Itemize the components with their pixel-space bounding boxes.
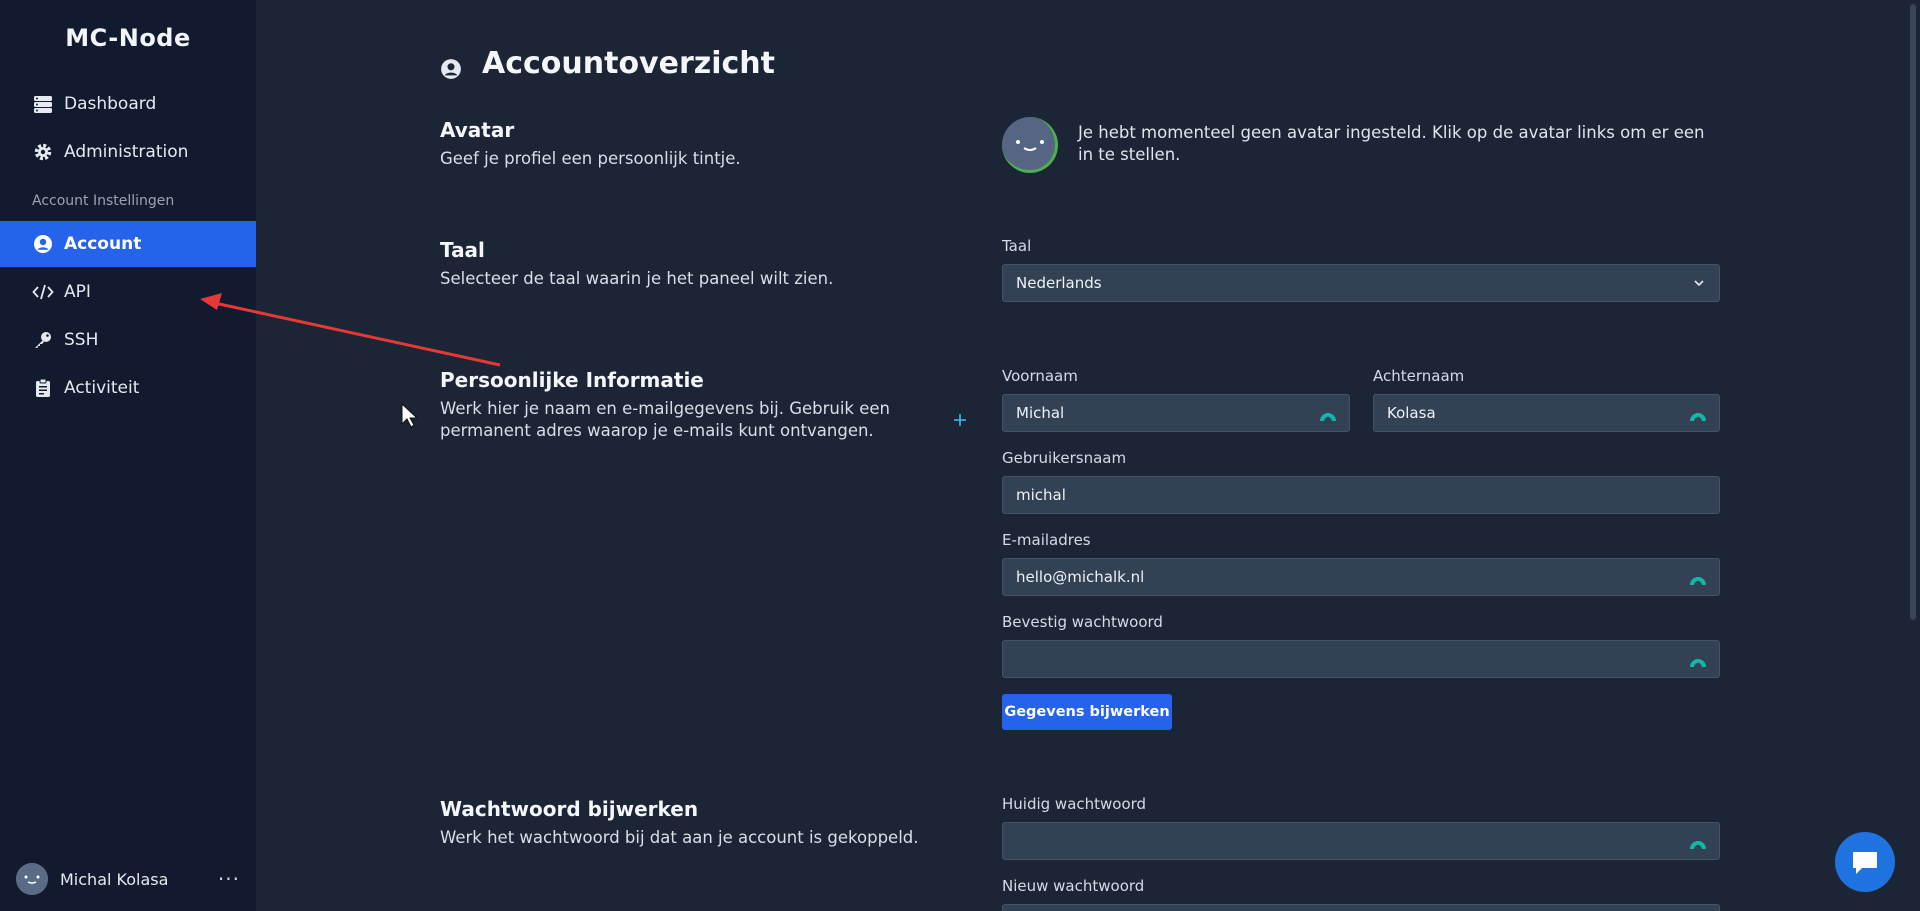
clipboard-icon <box>32 377 54 399</box>
chat-support-button[interactable] <box>1835 832 1895 892</box>
new-password-field[interactable] <box>1002 904 1720 911</box>
server-icon <box>32 93 54 115</box>
confirm-password-field[interactable] <box>1002 640 1720 678</box>
username-value: michal <box>1016 486 1066 504</box>
first-name-value: Michal <box>1016 404 1065 422</box>
sidebar-item-api[interactable]: API <box>0 269 256 315</box>
code-icon <box>32 281 54 303</box>
new-password-label: Nieuw wachtwoord <box>1002 877 1145 895</box>
confirm-password-label: Bevestig wachtwoord <box>1002 613 1163 631</box>
more-options-icon[interactable]: ··· <box>218 867 240 891</box>
username-field[interactable]: michal <box>1002 476 1720 514</box>
sidebar: MC-Node Dashboard Administration Account… <box>0 0 256 911</box>
page-title: Accountoverzicht <box>440 46 775 81</box>
chevron-down-icon <box>1694 280 1704 287</box>
current-password-label: Huidig wachtwoord <box>1002 795 1147 813</box>
user-name: Michal Kolasa <box>60 869 169 889</box>
password-manager-icon[interactable] <box>1689 569 1707 587</box>
main-content: Accountoverzicht Avatar Geef je profiel … <box>256 0 1920 911</box>
language-section-title: Taal <box>440 238 485 262</box>
gear-icon <box>32 141 54 163</box>
last-name-value: Kolasa <box>1387 404 1436 422</box>
language-section-desc: Selecteer de taal waarin je het paneel w… <box>440 269 834 288</box>
password-manager-icon[interactable] <box>1689 651 1707 669</box>
sidebar-section-label: Account Instellingen <box>32 193 175 209</box>
username-label: Gebruikersnaam <box>1002 449 1127 467</box>
sidebar-item-label: Activiteit <box>64 378 140 398</box>
user-circle-icon <box>32 233 54 255</box>
email-label: E-mailadres <box>1002 531 1091 549</box>
personal-section-title: Persoonlijke Informatie <box>440 368 704 392</box>
sidebar-item-ssh[interactable]: SSH <box>0 317 256 363</box>
language-label: Taal <box>1002 237 1032 255</box>
language-value: Nederlands <box>1016 274 1102 292</box>
avatar[interactable] <box>16 863 48 895</box>
sidebar-item-dashboard[interactable]: Dashboard <box>0 81 256 127</box>
password-manager-icon[interactable] <box>1689 405 1707 423</box>
last-name-field[interactable]: Kolasa <box>1373 394 1720 432</box>
update-details-button[interactable]: Gegevens bijwerken <box>1002 694 1172 730</box>
avatar-upload[interactable] <box>1002 117 1058 173</box>
sidebar-item-label: Dashboard <box>64 94 157 114</box>
sidebar-item-activity[interactable]: Activiteit <box>0 365 256 411</box>
avatar-section-desc: Geef je profiel een persoonlijk tintje. <box>440 149 741 168</box>
email-value: hello@michalk.nl <box>1016 568 1145 586</box>
password-section-title: Wachtwoord bijwerken <box>440 797 699 821</box>
language-select[interactable]: Nederlands <box>1002 264 1720 302</box>
current-password-field[interactable] <box>1002 822 1720 860</box>
user-profile[interactable]: Michal Kolasa ··· <box>16 862 240 896</box>
page-title-text: Accountoverzicht <box>482 46 775 81</box>
sidebar-item-label: Account <box>64 234 142 254</box>
password-section-desc: Werk het wachtwoord bij dat aan je accou… <box>440 828 919 847</box>
brand-logo[interactable]: MC-Node <box>0 24 256 52</box>
user-circle-icon <box>440 53 462 79</box>
avatar-section-title: Avatar <box>440 118 515 142</box>
key-icon <box>32 329 54 351</box>
password-manager-icon[interactable] <box>1689 833 1707 851</box>
sidebar-item-administration[interactable]: Administration <box>0 129 256 175</box>
email-field[interactable]: hello@michalk.nl <box>1002 558 1720 596</box>
scrollbar-thumb[interactable] <box>1910 4 1916 620</box>
avatar-message: Je hebt momenteel geen avatar ingesteld.… <box>1078 123 1705 164</box>
sidebar-item-account[interactable]: Account <box>0 221 256 267</box>
first-name-field[interactable]: Michal <box>1002 394 1350 432</box>
chat-icon <box>1853 852 1877 874</box>
sidebar-item-label: API <box>64 282 91 302</box>
sidebar-item-label: SSH <box>64 330 99 350</box>
first-name-label: Voornaam <box>1002 367 1078 385</box>
password-manager-icon[interactable] <box>1319 405 1337 423</box>
sidebar-item-label: Administration <box>64 142 189 162</box>
last-name-label: Achternaam <box>1373 367 1465 385</box>
personal-section-desc: Werk hier je naam en e-mailgegevens bij.… <box>440 399 890 440</box>
